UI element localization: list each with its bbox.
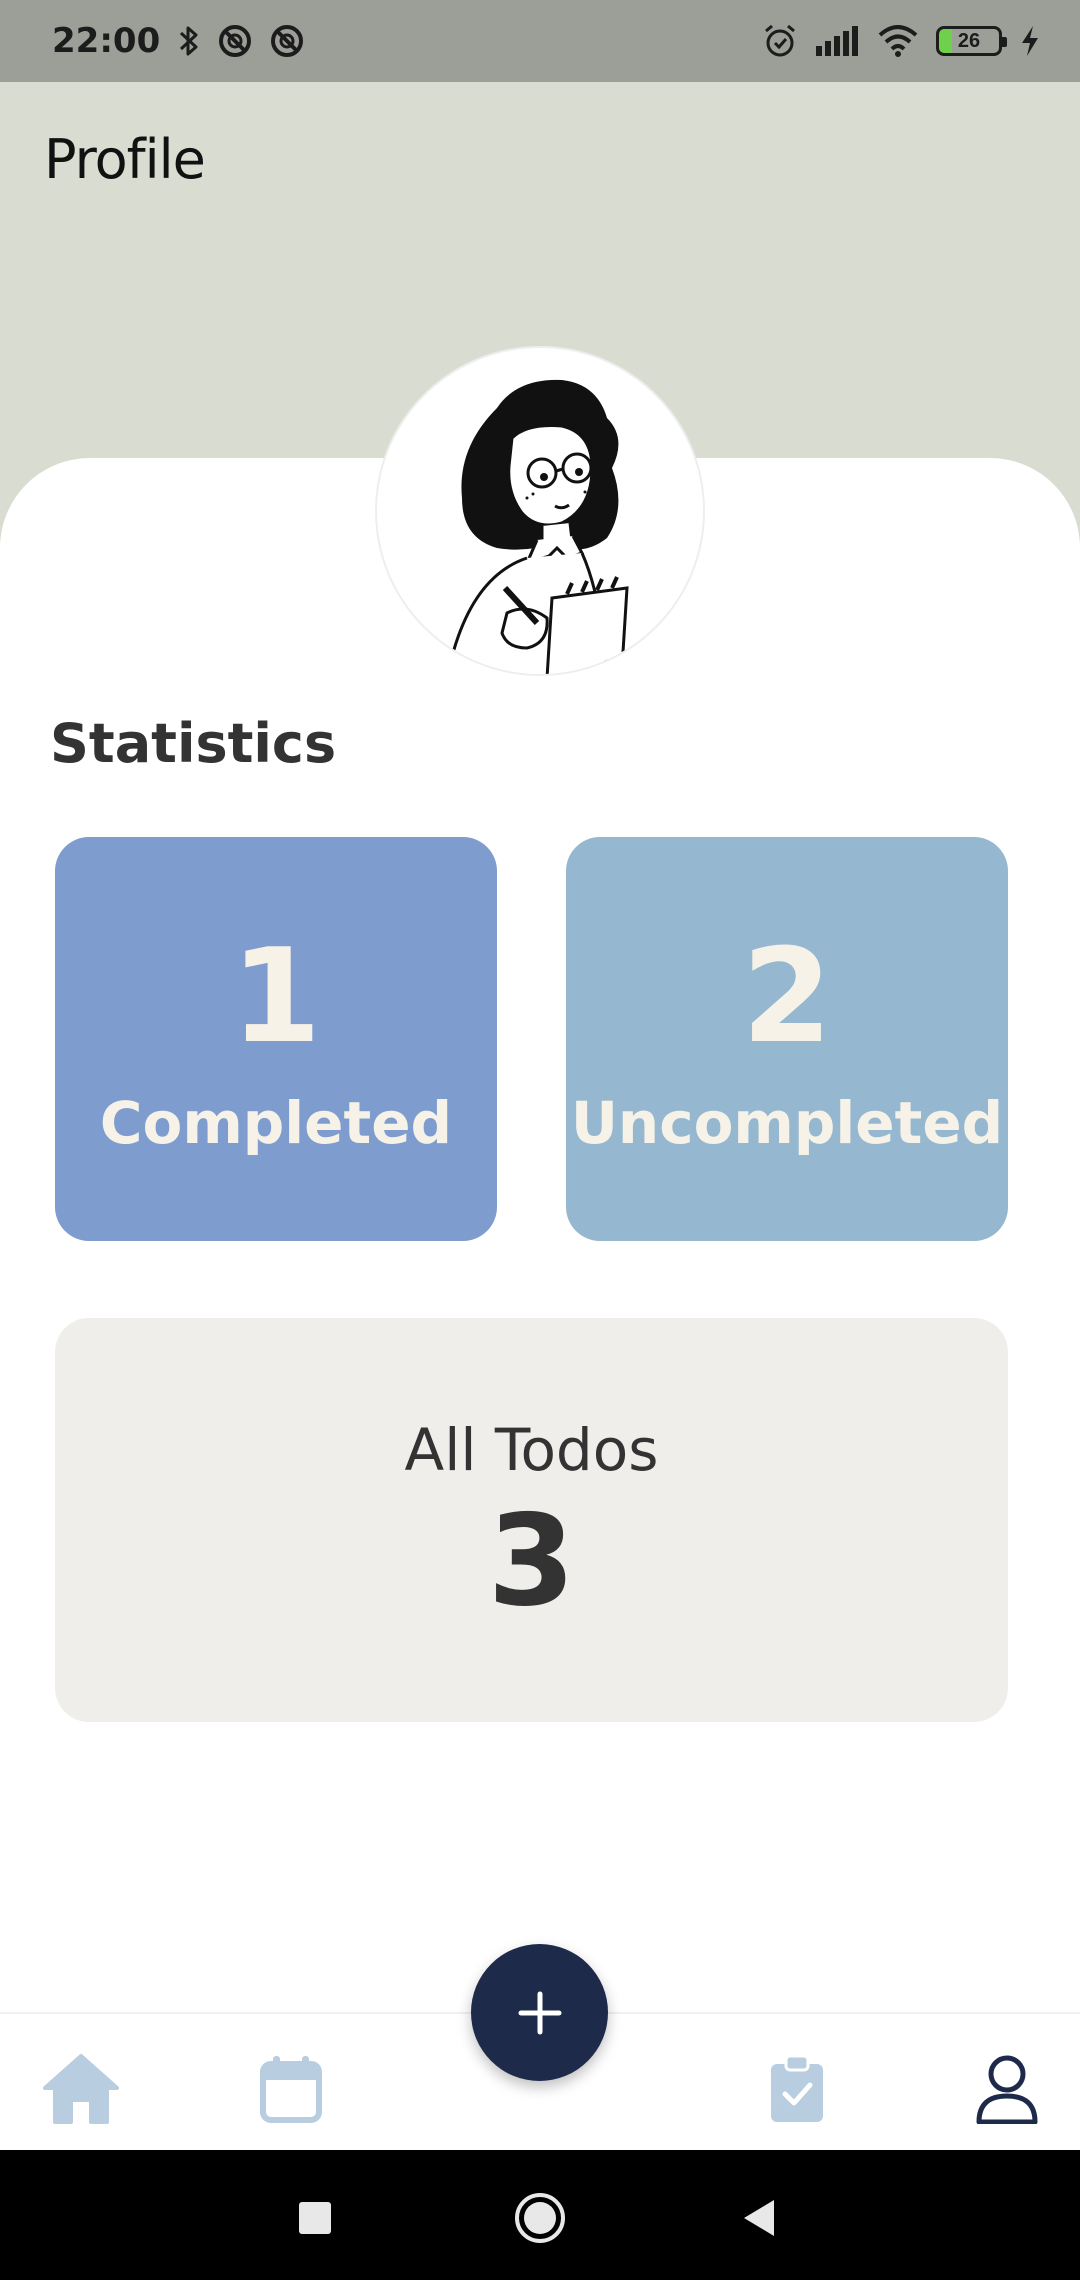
status-left: 22:00 xyxy=(52,21,304,61)
uncompleted-label: Uncompleted xyxy=(570,1089,1004,1157)
back-button[interactable] xyxy=(730,2188,790,2248)
recents-button[interactable] xyxy=(285,2188,345,2248)
all-todos-count: 3 xyxy=(487,1487,576,1634)
profile-icon xyxy=(976,2055,1038,2124)
signal-icon xyxy=(816,26,860,56)
home-circle-icon xyxy=(515,2193,565,2243)
plus-icon xyxy=(518,1991,561,2034)
all-todos-card[interactable]: All Todos 3 xyxy=(55,1318,1008,1722)
home-system-button[interactable] xyxy=(510,2188,570,2248)
recents-icon xyxy=(299,2202,331,2234)
completed-card[interactable]: 1 Completed xyxy=(55,837,497,1241)
battery-level: 26 xyxy=(957,29,981,52)
nav-tasks[interactable] xyxy=(752,2044,842,2134)
dnd-icon xyxy=(218,24,252,58)
clipboard-check-icon xyxy=(771,2054,823,2122)
home-icon xyxy=(43,2054,119,2124)
nav-calendar[interactable] xyxy=(246,2044,336,2134)
completed-label: Completed xyxy=(99,1089,453,1157)
nav-profile[interactable] xyxy=(962,2044,1052,2134)
dnd-icon xyxy=(270,24,304,58)
statistics-title: Statistics xyxy=(50,712,337,775)
nav-home[interactable] xyxy=(36,2044,126,2134)
status-bar: 22:00 26 xyxy=(0,0,1080,82)
bluetooth-icon xyxy=(178,24,200,58)
add-todo-button[interactable] xyxy=(471,1944,608,2081)
alarm-icon xyxy=(762,23,798,59)
page-title: Profile xyxy=(44,128,206,191)
completed-count: 1 xyxy=(230,920,322,1072)
uncompleted-count: 2 xyxy=(741,920,833,1072)
battery-icon: 26 xyxy=(936,26,1007,56)
status-time: 22:00 xyxy=(52,21,161,61)
charging-icon xyxy=(1020,25,1040,57)
calendar-icon xyxy=(260,2056,322,2123)
status-right: 26 xyxy=(762,23,1040,59)
system-nav-bar xyxy=(0,2150,1080,2280)
avatar-illustration xyxy=(446,379,629,674)
back-icon xyxy=(744,2200,774,2236)
avatar[interactable] xyxy=(375,346,705,676)
wifi-icon xyxy=(878,25,918,57)
uncompleted-card[interactable]: 2 Uncompleted xyxy=(566,837,1008,1241)
all-todos-label: All Todos xyxy=(404,1416,659,1484)
